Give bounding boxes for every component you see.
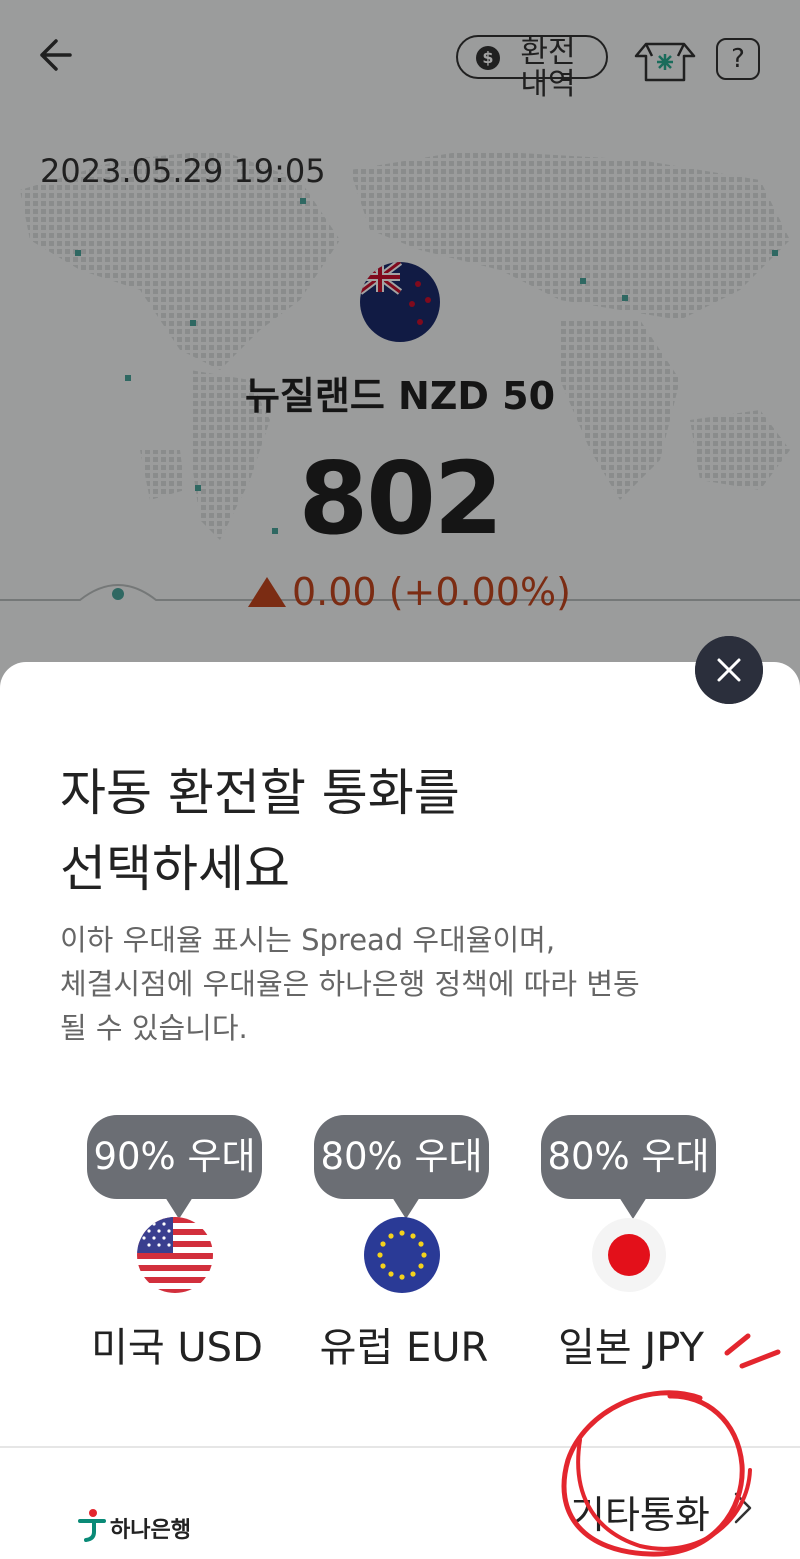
other-currencies-label: 기타통화 [570, 1493, 710, 1537]
preferential-badge: 80% 우대 [314, 1115, 489, 1199]
other-currencies-button[interactable]: 기타통화 [570, 1480, 760, 1540]
badge-tail [392, 1197, 420, 1219]
bank-name: 하나은행 [110, 1518, 191, 1543]
currency-option-jpy[interactable]: 80% 우대 일본 JPY [511, 1115, 731, 1375]
footer-divider [0, 1446, 800, 1448]
currency-label: 유럽 EUR [319, 1325, 489, 1371]
badge-tail [165, 1197, 193, 1219]
hana-bank-logo-icon [78, 1509, 106, 1542]
currency-option-eur[interactable]: 80% 우대 유럽 EUR [284, 1115, 504, 1375]
preferential-badge: 90% 우대 [87, 1115, 262, 1199]
currency-option-usd[interactable]: 90% 우대 미국 USD [57, 1115, 277, 1375]
badge-tail [619, 1197, 647, 1219]
modal-overlay[interactable] [0, 0, 800, 700]
us-flag-icon [137, 1217, 213, 1293]
chevron-right-icon [734, 1492, 752, 1524]
preferential-badge: 80% 우대 [541, 1115, 716, 1199]
sheet-title: 자동 환전할 통화를 선택하세요 [60, 764, 460, 898]
currency-label: 일본 JPY [558, 1325, 704, 1371]
close-icon[interactable] [695, 636, 763, 704]
sheet-description: 이하 우대율 표시는 Spread 우대율이며, 체결시점에 우대율은 하나은행… [60, 923, 640, 1045]
jp-flag-icon [592, 1218, 666, 1292]
currency-label: 미국 USD [91, 1325, 263, 1371]
eu-flag-icon [364, 1217, 440, 1293]
